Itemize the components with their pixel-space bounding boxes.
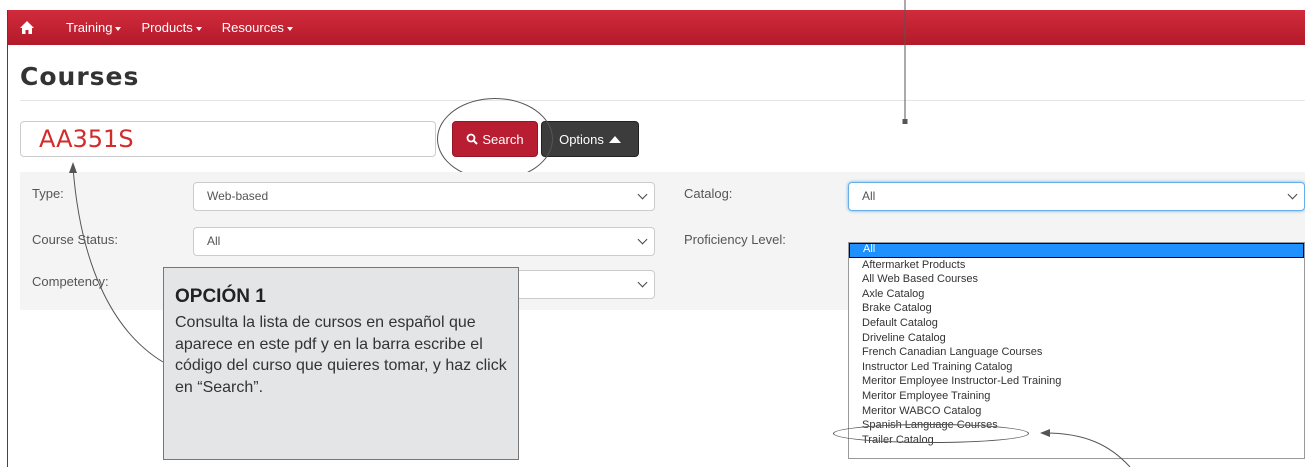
course-status-value: All: [207, 234, 221, 248]
options-button[interactable]: Options: [541, 121, 639, 157]
nav-training-label: Training: [66, 20, 113, 35]
top-navbar: Training Products Resources: [8, 10, 1305, 45]
nav-resources-label: Resources: [221, 20, 284, 35]
callout-body: Consulta la lista de cursos en español q…: [175, 314, 507, 396]
chevron-down-icon: [637, 189, 648, 200]
instruction-callout: OPCIÓN 1 Consulta la lista de cursos en …: [163, 267, 519, 460]
home-button[interactable]: [8, 10, 46, 45]
nav-training[interactable]: Training: [66, 20, 122, 35]
chevron-down-icon: [637, 234, 648, 245]
chevron-down-icon: [1287, 189, 1298, 200]
caret-down-icon: [286, 26, 293, 31]
search-highlight-circle: [437, 98, 553, 180]
course-search-input[interactable]: AA351S: [20, 121, 436, 157]
course-status-label: Course Status:: [32, 232, 118, 247]
nav-products[interactable]: Products: [141, 20, 202, 35]
catalog-option[interactable]: Axle Catalog: [849, 287, 1304, 302]
catalog-option[interactable]: Meritor Employee Instructor-Led Training: [849, 374, 1304, 389]
left-border: [7, 10, 8, 467]
pointer-dot: [902, 119, 908, 124]
type-select[interactable]: Web-based: [193, 182, 655, 211]
catalog-select-value: All: [862, 189, 876, 203]
catalog-option[interactable]: All Web Based Courses: [849, 272, 1304, 287]
triangle-up-icon: [608, 135, 621, 143]
catalog-option[interactable]: Aftermarket Products: [849, 258, 1304, 273]
spanish-highlight-circle: [833, 424, 1029, 443]
chevron-down-icon: [637, 277, 648, 288]
course-status-select[interactable]: All: [193, 227, 655, 256]
type-select-value: Web-based: [207, 189, 269, 203]
caret-down-icon: [195, 26, 202, 31]
caret-down-icon: [115, 26, 122, 31]
catalog-option[interactable]: Brake Catalog: [849, 301, 1304, 316]
catalog-option[interactable]: Default Catalog: [849, 316, 1304, 331]
catalog-select[interactable]: All: [848, 182, 1305, 211]
catalog-option[interactable]: French Canadian Language Courses: [849, 345, 1304, 360]
catalog-option[interactable]: Meritor WABCO Catalog: [849, 404, 1304, 419]
proficiency-level-label: Proficiency Level:: [684, 232, 786, 247]
catalog-label: Catalog:: [684, 186, 733, 201]
catalog-option-all[interactable]: All: [849, 243, 1304, 258]
type-label: Type:: [32, 186, 64, 201]
competency-label: Competency:: [32, 274, 109, 289]
catalog-option[interactable]: Driveline Catalog: [849, 331, 1304, 346]
nav-resources[interactable]: Resources: [222, 20, 293, 35]
home-icon: [20, 21, 34, 34]
page-title: Courses: [20, 62, 140, 91]
nav-products-label: Products: [141, 20, 193, 35]
title-divider: [20, 100, 1305, 101]
catalog-option[interactable]: Meritor Employee Training: [849, 389, 1304, 404]
callout-title: OPCIÓN 1: [175, 286, 266, 307]
options-button-label: Options: [559, 131, 604, 147]
catalog-option[interactable]: Instructor Led Training Catalog: [849, 360, 1304, 375]
